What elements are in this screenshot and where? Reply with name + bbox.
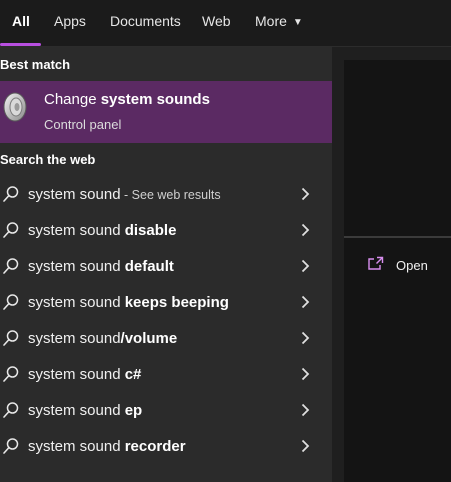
web-result-item[interactable]: system sound ep [0,392,332,428]
web-result-item[interactable]: system sound keeps beeping [0,284,332,320]
search-icon [2,437,20,455]
speaker-icon [3,92,27,122]
search-icon [2,185,20,203]
chevron-right-icon[interactable] [300,295,310,309]
web-result-item[interactable]: system sound/volume [0,320,332,356]
tab-more[interactable]: More ▼ [255,0,303,46]
chevron-right-icon[interactable] [300,259,310,273]
chevron-right-icon[interactable] [300,331,310,345]
web-result-text: system sound/volume [28,330,178,347]
open-label: Open [396,258,428,273]
tab-documents[interactable]: Documents [110,0,181,46]
chevron-down-icon: ▼ [292,17,303,28]
search-icon [2,365,20,383]
results-pane: Best match Change system sounds Control … [0,47,332,482]
open-external-icon [368,256,384,270]
web-result-text: system sound keeps beeping [28,294,229,311]
web-result-text: system sound recorder [28,438,186,455]
chevron-right-icon[interactable] [300,223,310,237]
chevron-right-icon[interactable] [300,439,310,453]
chevron-right-icon[interactable] [300,403,310,417]
active-tab-indicator [0,43,41,46]
web-result-item[interactable]: system sound disable [0,212,332,248]
web-result-text: system sound - See web results [28,186,221,203]
best-match-subtitle: Control panel [44,117,122,132]
best-match-item[interactable]: Change system sounds Control panel [0,81,332,143]
search-filter-tabs: All Apps Documents Web More ▼ [0,0,451,47]
tab-all[interactable]: All [12,0,30,46]
search-icon [2,293,20,311]
web-result-item[interactable]: system sound recorder [0,428,332,464]
best-match-header: Best match [0,57,71,72]
search-icon [2,329,20,347]
search-icon [2,257,20,275]
web-result-item[interactable]: system sound c# [0,356,332,392]
web-result-text: system sound c# [28,366,142,383]
best-match-title: Change system sounds [44,91,210,108]
web-result-text: system sound disable [28,222,177,239]
search-icon [2,221,20,239]
web-result-item[interactable]: system sound default [0,248,332,284]
tab-apps[interactable]: Apps [54,0,86,46]
web-result-text: system sound ep [28,402,143,419]
chevron-right-icon[interactable] [300,187,310,201]
chevron-right-icon[interactable] [300,367,310,381]
divider [344,236,451,238]
tab-web[interactable]: Web [202,0,231,46]
web-result-item[interactable]: system sound - See web results [0,176,332,212]
preview-pane: Open [344,60,451,482]
search-icon [2,401,20,419]
search-web-header: Search the web [0,152,96,167]
web-result-text: system sound default [28,258,174,275]
